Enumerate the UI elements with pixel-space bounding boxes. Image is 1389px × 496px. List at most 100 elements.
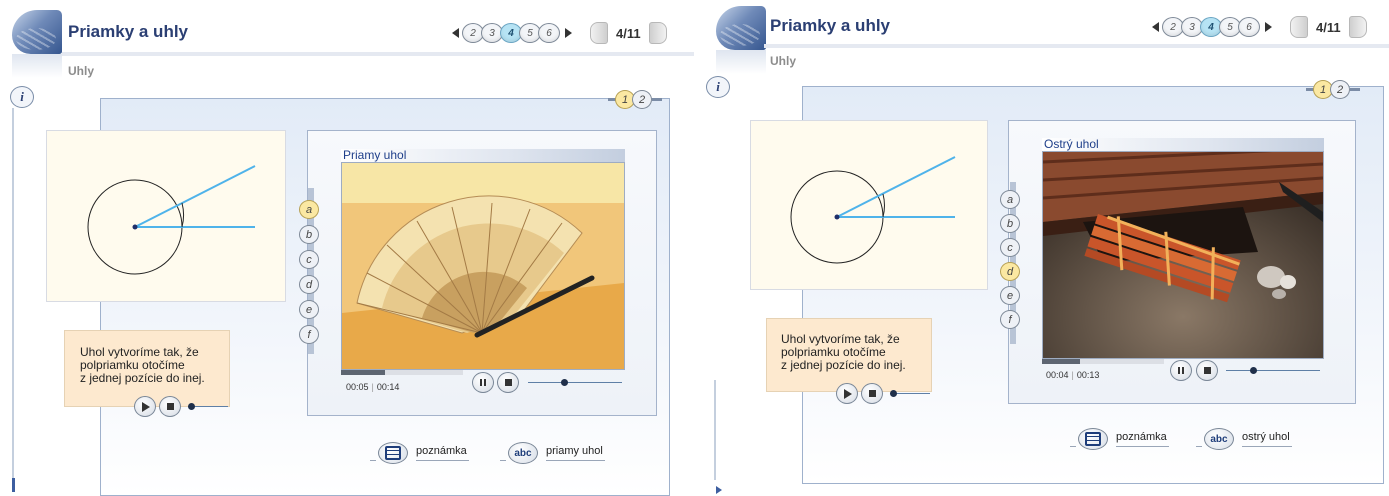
pause-button[interactable]: [472, 372, 494, 393]
volume-knob[interactable]: [890, 390, 897, 397]
volume-knob[interactable]: [561, 379, 568, 386]
stop-icon: [504, 379, 512, 386]
header-divider: [764, 44, 1389, 48]
caption-text: Uhol vytvoríme tak, že polpriamku otočím…: [80, 346, 205, 385]
note-label[interactable]: poznámka: [1116, 431, 1169, 447]
logo-reflection: [12, 54, 62, 78]
stop-icon: [166, 403, 174, 410]
glossary-tool[interactable]: abc priamy uhol: [500, 442, 605, 464]
play-icon: [844, 388, 852, 399]
video-progress-fill: [341, 370, 385, 375]
info-button[interactable]: i: [10, 86, 34, 108]
slide-counter: 4/11: [1316, 19, 1341, 35]
pause-button[interactable]: [1170, 360, 1192, 381]
time-separator: |: [1071, 370, 1074, 380]
lesson-title: Priamky a uhly: [770, 16, 891, 35]
globe-logo-icon: [12, 10, 62, 54]
caption-play-button[interactable]: [836, 383, 858, 404]
segment-button-b[interactable]: b: [299, 225, 319, 244]
stop-icon: [1203, 367, 1211, 374]
video-time-total: 00:13: [1076, 370, 1100, 380]
logo-reflection: [716, 50, 766, 74]
segment-button-e[interactable]: e: [299, 300, 319, 319]
segment-button-d[interactable]: d: [299, 275, 319, 294]
next-pages-arrow-icon[interactable]: [1265, 22, 1272, 32]
page-button-6[interactable]: 6: [1238, 17, 1260, 37]
prev-pages-arrow-icon[interactable]: [452, 28, 459, 38]
segment-button-b[interactable]: b: [1000, 214, 1020, 233]
page-navigation: 2 3 4 5 6 4/11: [452, 22, 667, 44]
note-tool[interactable]: poznámka: [1070, 428, 1169, 450]
video-progress-bar[interactable]: [1042, 359, 1164, 364]
video-frame-opening-hatch[interactable]: [1042, 151, 1324, 359]
note-tool[interactable]: poznámka: [370, 442, 469, 464]
prev-slide-button[interactable]: [590, 22, 608, 44]
tool-leader: [370, 460, 376, 461]
caption-stop-button[interactable]: [159, 396, 181, 417]
prev-pages-arrow-icon[interactable]: [1152, 22, 1159, 32]
step-button-2[interactable]: 2: [632, 90, 652, 109]
stop-icon: [868, 390, 876, 397]
prev-slide-button[interactable]: [1290, 16, 1308, 38]
caption-line: z jednej pozície do inej.: [80, 371, 205, 385]
caption-volume-slider[interactable]: [188, 403, 228, 410]
vertex-point: [834, 214, 840, 220]
pause-icon: [480, 379, 486, 386]
video-time-current: 00:05: [346, 382, 369, 392]
header-divider: [62, 52, 694, 56]
video-progress-fill: [1042, 359, 1080, 364]
caption-volume-slider[interactable]: [890, 390, 930, 397]
next-slide-button[interactable]: [648, 22, 667, 44]
volume-knob[interactable]: [188, 403, 195, 410]
glossary-term-label[interactable]: priamy uhol: [546, 445, 605, 461]
page-button-6[interactable]: 6: [538, 23, 560, 43]
lesson-title: Priamky a uhly: [68, 22, 189, 41]
pause-icon: [1178, 367, 1184, 374]
glossary-button[interactable]: abc: [1204, 428, 1234, 450]
rotated-ray: [134, 165, 256, 228]
glossary-term-label[interactable]: ostrý uhol: [1242, 431, 1292, 447]
segment-button-f[interactable]: f: [299, 325, 319, 344]
video-progress-bar[interactable]: [341, 370, 463, 375]
segment-button-c[interactable]: c: [1000, 238, 1020, 257]
segment-button-c[interactable]: c: [299, 250, 319, 269]
segment-button-a[interactable]: a: [1000, 190, 1020, 209]
angle-diagram-svg: [790, 156, 956, 264]
video-frame-hand-fan[interactable]: [341, 162, 625, 370]
segment-button-d[interactable]: d: [1000, 262, 1020, 281]
time-separator: |: [371, 382, 374, 392]
abc-icon: abc: [1210, 433, 1228, 445]
angle-diagram: [46, 130, 286, 302]
angle-diagram-svg: [87, 165, 256, 275]
volume-knob[interactable]: [1250, 367, 1257, 374]
left-rail: [12, 108, 14, 478]
glossary-tool[interactable]: abc ostrý uhol: [1196, 428, 1292, 450]
caption-play-button[interactable]: [134, 396, 156, 417]
step-bar: [1350, 88, 1360, 91]
note-label[interactable]: poznámka: [416, 445, 469, 461]
tool-leader: [500, 460, 506, 461]
segment-button-e[interactable]: e: [1000, 286, 1020, 305]
stop-button[interactable]: [497, 372, 519, 393]
caption-stop-button[interactable]: [861, 383, 883, 404]
step-bar: [652, 98, 662, 101]
note-button[interactable]: [1078, 428, 1108, 450]
note-button[interactable]: [378, 442, 408, 464]
lesson-window-right: Priamky a uhly Uhly 2 3 4 5 6 4/11 i 1 2…: [702, 0, 1389, 496]
volume-slider[interactable]: [528, 379, 622, 386]
step-button-2[interactable]: 2: [1330, 80, 1350, 99]
segment-button-f[interactable]: f: [1000, 310, 1020, 329]
volume-slider[interactable]: [1226, 367, 1320, 374]
next-slide-button[interactable]: [1348, 16, 1367, 38]
rail-marker-arrow-icon[interactable]: [716, 486, 722, 494]
rotated-ray: [836, 156, 956, 218]
glossary-button[interactable]: abc: [508, 442, 538, 464]
next-pages-arrow-icon[interactable]: [565, 28, 572, 38]
stop-button[interactable]: [1196, 360, 1218, 381]
info-button[interactable]: i: [706, 76, 730, 98]
note-icon: [385, 446, 401, 460]
note-icon: [1085, 432, 1101, 446]
segment-button-a[interactable]: a: [299, 200, 319, 219]
tool-leader: [1196, 446, 1202, 447]
video-time-total: 00:14: [376, 382, 400, 392]
